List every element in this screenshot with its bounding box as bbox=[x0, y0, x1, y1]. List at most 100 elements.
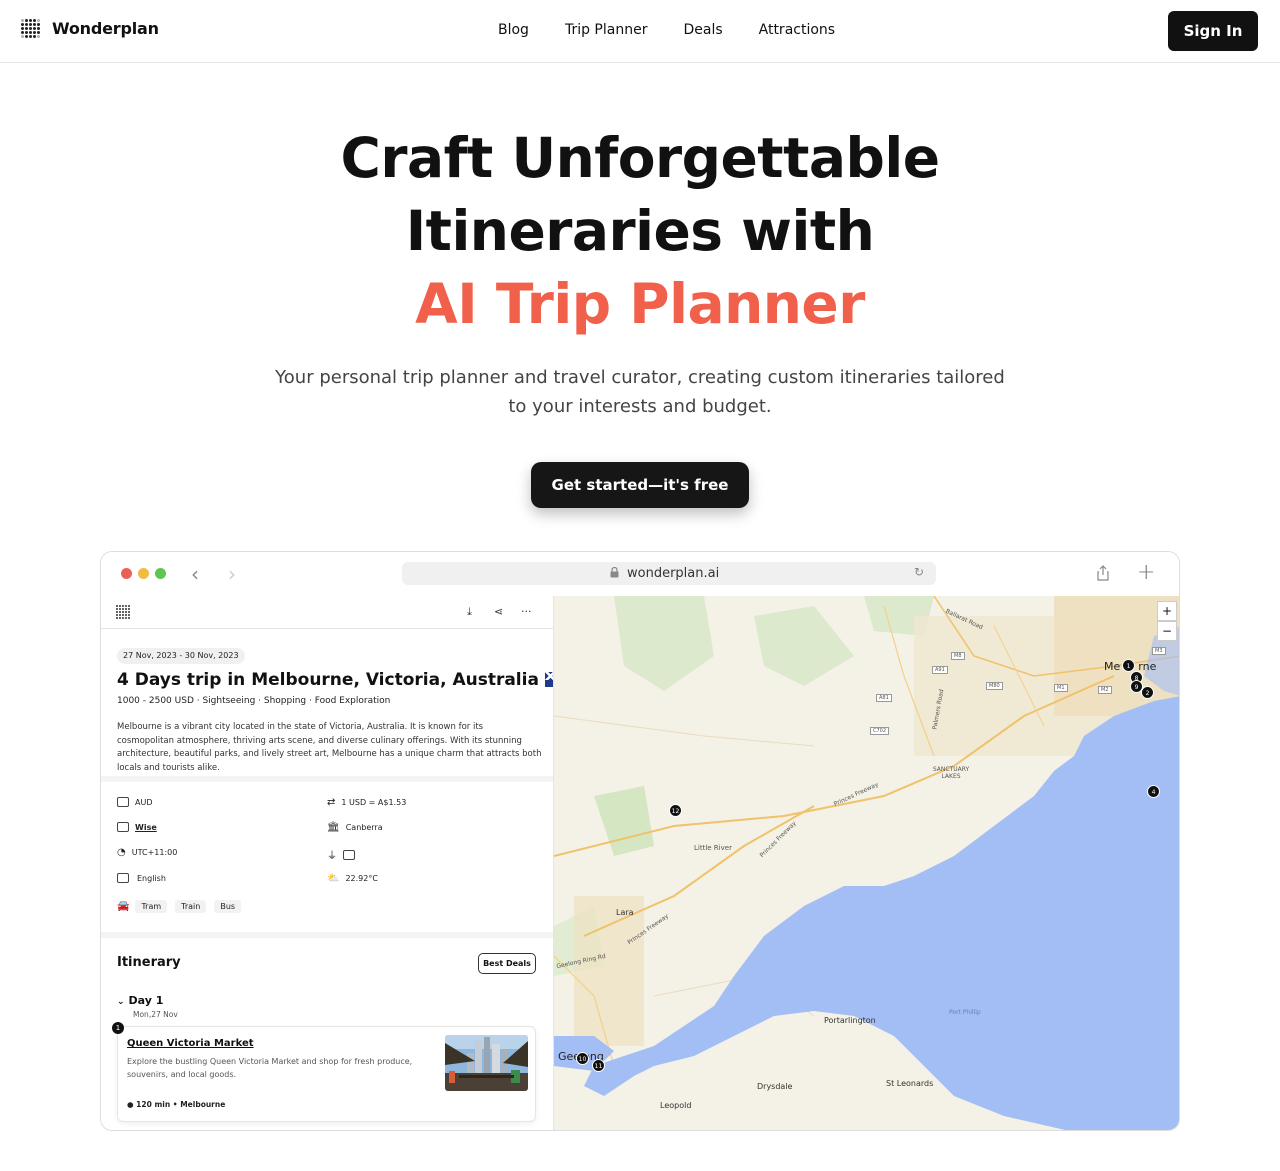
map-marker[interactable]: 2 bbox=[1141, 686, 1154, 699]
more-icon: ··· bbox=[521, 605, 532, 618]
info-payment: Wise bbox=[117, 822, 157, 832]
map-shield-m8: M8 bbox=[951, 652, 965, 660]
place-card[interactable]: Queen Victoria Market Explore the bustli… bbox=[117, 1026, 536, 1122]
trip-info-grid: AUD ⇄ 1 USD = A$1.53 Wise 🏛 Canberra ◔ U… bbox=[101, 782, 553, 932]
window-minimize-dot bbox=[138, 568, 149, 579]
hero-subtitle: Your personal trip planner and travel cu… bbox=[275, 367, 1005, 417]
language-value: English bbox=[137, 873, 166, 883]
address-url: wonderplan.ai bbox=[627, 566, 720, 581]
map-label-little-river: Little River bbox=[694, 844, 732, 852]
map-marker[interactable]: 12 bbox=[669, 804, 682, 817]
nav-link-trip-planner[interactable]: Trip Planner bbox=[565, 22, 648, 38]
place-description: Explore the bustling Queen Victoria Mark… bbox=[127, 1057, 413, 1079]
itinerary-title: Itinerary bbox=[117, 955, 181, 970]
map-marker[interactable]: 9 bbox=[1130, 680, 1143, 693]
transport-tag: Tram bbox=[135, 900, 168, 913]
exchange-icon: ⇄ bbox=[327, 797, 336, 808]
zoom-out-button[interactable]: − bbox=[1157, 621, 1177, 641]
plug-icon: ⏚ bbox=[327, 851, 337, 862]
trip-title: 4 Days trip in Melbourne, Victoria, Aust… bbox=[117, 670, 553, 690]
place-duration: 120 min bbox=[136, 1100, 171, 1109]
timezone-value: UTC+11:00 bbox=[131, 848, 178, 857]
share-nodes-icon: ⋖ bbox=[494, 605, 504, 618]
hero-title: Craft Unforgettable Itineraries with AI … bbox=[0, 122, 1280, 341]
weather-icon: ⛅ bbox=[327, 873, 340, 884]
weather-value: 22.92°C bbox=[345, 874, 378, 883]
hero-title-line-1: Craft Unforgettable bbox=[340, 126, 940, 190]
map-shield-a91: A91 bbox=[932, 666, 948, 674]
transport-tag: Bus bbox=[214, 900, 242, 913]
day-toggle[interactable]: ⌄ Day 1 bbox=[117, 994, 163, 1007]
nav-link-blog[interactable]: Blog bbox=[498, 22, 529, 38]
trip-dates: 27 Nov, 2023 - 30 Nov, 2023 bbox=[117, 648, 245, 664]
map-label-drysdale: Drysdale bbox=[757, 1082, 793, 1091]
info-plug: ⏚ bbox=[327, 847, 355, 862]
best-deals-button[interactable]: Best Deals bbox=[478, 953, 536, 974]
brand-logo[interactable]: Wonderplan bbox=[20, 18, 159, 38]
map-marker[interactable]: 10 bbox=[576, 1052, 589, 1065]
nav-link-attractions[interactable]: Attractions bbox=[759, 22, 835, 38]
map-label-lara: Lara bbox=[616, 908, 634, 917]
brand-name: Wonderplan bbox=[52, 18, 159, 38]
map-canvas bbox=[554, 596, 1179, 1130]
share-icon bbox=[1097, 565, 1109, 581]
place-name-link[interactable]: Queen Victoria Market bbox=[127, 1038, 254, 1049]
chevron-down-icon: ⌄ bbox=[117, 997, 125, 1007]
info-transport: 🚘 Tram Train Bus bbox=[117, 900, 243, 913]
map-shield-m1: M1 bbox=[1054, 684, 1068, 692]
browser-chrome: ‹ › wonderplan.ai ↻ + bbox=[101, 552, 1179, 596]
reload-icon: ↻ bbox=[913, 565, 924, 579]
download-icon: ⤓ bbox=[467, 605, 472, 618]
place-meta: ● 120 min • Melbourne bbox=[127, 1100, 226, 1109]
map-marker[interactable]: 11 bbox=[592, 1059, 605, 1072]
trip-panel: ⤓ ⋖ ··· 27 Nov, 2023 - 30 Nov, 2023 4 Da… bbox=[101, 596, 554, 1130]
map-label-sanctuary-lakes: SANCTUARY LAKES bbox=[932, 766, 970, 780]
payment-link[interactable]: Wise bbox=[135, 823, 157, 832]
new-tab-icon: + bbox=[1137, 560, 1156, 585]
map-shield-m80: M80 bbox=[986, 682, 1003, 690]
day-date: Mon,27 Nov bbox=[133, 1010, 178, 1019]
trip-map[interactable]: Merne Geelong Little River Lara Portarli… bbox=[554, 596, 1179, 1130]
hero-title-line-2: Itineraries with bbox=[405, 199, 875, 263]
browser-mockup: ‹ › wonderplan.ai ↻ + ⤓ ⋖ ··· 27 Nov, 20… bbox=[100, 551, 1180, 1131]
map-shield-m3: M3 bbox=[1152, 647, 1166, 655]
itinerary-section: Itinerary Best Deals ⌄ Day 1 Mon,27 Nov Q… bbox=[101, 938, 553, 1130]
map-marker[interactable]: 4 bbox=[1147, 785, 1160, 798]
get-started-button[interactable]: Get started—it's free bbox=[531, 462, 749, 508]
info-timezone: ◔ UTC+11:00 bbox=[117, 847, 177, 858]
zoom-in-button[interactable]: + bbox=[1157, 601, 1177, 621]
info-exchange: ⇄ 1 USD = A$1.53 bbox=[327, 797, 406, 808]
trip-description: Melbourne is a vibrant city located in t… bbox=[117, 722, 542, 773]
trip-overview: 27 Nov, 2023 - 30 Nov, 2023 4 Days trip … bbox=[101, 630, 553, 775]
wonderplan-mini-logo-icon bbox=[115, 604, 130, 619]
australia-flag-icon bbox=[544, 672, 553, 687]
panel-toolbar: ⤓ ⋖ ··· bbox=[101, 596, 553, 629]
map-marker[interactable]: 1 bbox=[1122, 659, 1135, 672]
place-photo bbox=[445, 1035, 528, 1091]
market-photo-image bbox=[445, 1035, 528, 1091]
clock-icon: ● bbox=[127, 1100, 134, 1109]
back-arrow-icon: ‹ bbox=[191, 562, 199, 586]
address-bar: wonderplan.ai ↻ bbox=[402, 562, 936, 585]
nav-link-deals[interactable]: Deals bbox=[683, 22, 722, 38]
map-label-portarlington: Portarlington bbox=[824, 1016, 876, 1025]
day-label: Day 1 bbox=[128, 994, 164, 1007]
card-icon bbox=[117, 822, 129, 832]
map-label-port-phillip: Port Phillip bbox=[949, 1009, 981, 1016]
sign-in-button[interactable]: Sign In bbox=[1168, 11, 1258, 51]
hero-title-accent: AI Trip Planner bbox=[415, 272, 865, 336]
socket-icon bbox=[343, 849, 355, 860]
info-capital: 🏛 Canberra bbox=[327, 822, 383, 833]
translate-icon bbox=[117, 873, 129, 883]
map-shield-a81: A81 bbox=[876, 694, 892, 702]
trip-meta: 1000 - 2500 USD · Sightseeing · Shopping… bbox=[117, 696, 391, 706]
map-shield-c702: C702 bbox=[870, 727, 890, 735]
map-label-leopold: Leopold bbox=[660, 1101, 692, 1110]
window-close-dot bbox=[121, 568, 132, 579]
info-currency: AUD bbox=[117, 797, 153, 807]
currency-value: AUD bbox=[135, 797, 153, 807]
money-icon bbox=[117, 797, 129, 807]
map-shield-m2: M2 bbox=[1098, 686, 1112, 694]
transport-tag: Train bbox=[175, 900, 207, 913]
main-nav: Blog Trip Planner Deals Attractions bbox=[498, 22, 871, 38]
